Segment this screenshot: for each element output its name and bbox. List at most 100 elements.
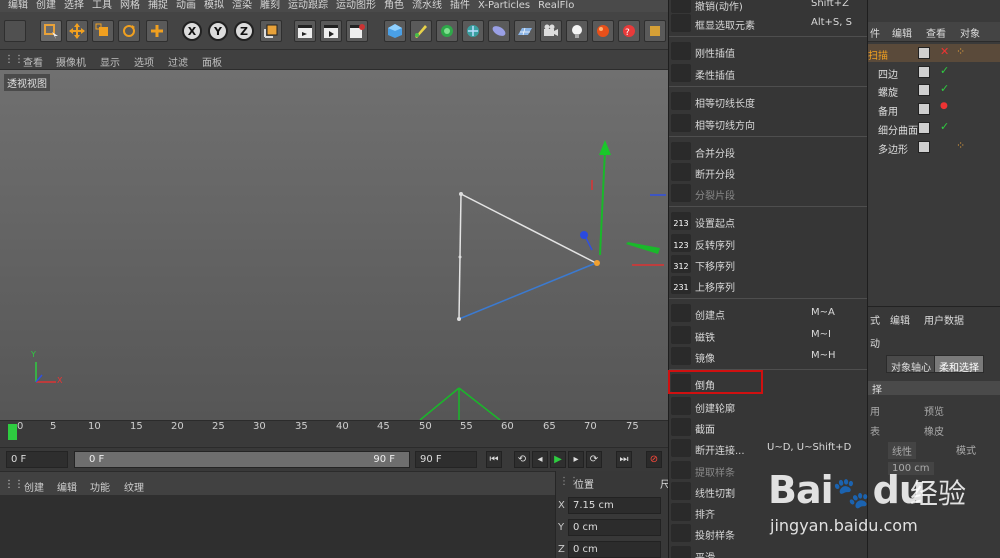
- menu-item-mirror[interactable]: 镜像 M~H: [669, 346, 867, 366]
- visibility-toggle[interactable]: [918, 103, 930, 115]
- record-button[interactable]: ⊘: [646, 451, 662, 468]
- status-dot-icon[interactable]: ●: [940, 101, 948, 111]
- visibility-toggle[interactable]: [918, 122, 930, 134]
- gizmo-plane-handle[interactable]: [626, 242, 660, 254]
- preview-range-slider[interactable]: 0 F 90 F: [74, 451, 410, 468]
- menu-item-undo-action[interactable]: 撤销(动作) Shift+Z: [669, 0, 867, 14]
- material-menu-edit[interactable]: 编辑: [57, 479, 77, 494]
- viewport-menu-cameras[interactable]: 摄像机: [56, 54, 86, 69]
- menu-item-reverse-sequence[interactable]: 123 反转序列: [669, 233, 867, 253]
- position-z-field[interactable]: 0 cm: [568, 541, 661, 558]
- tag-icon[interactable]: ⁘: [956, 139, 965, 152]
- menu-mograph[interactable]: 运动图形: [336, 1, 376, 11]
- menu-item-equal-tangent-length[interactable]: 相等切线长度: [669, 91, 867, 111]
- menu-item-join-segment[interactable]: 合并分段: [669, 141, 867, 161]
- menu-snap[interactable]: 捕捉: [148, 1, 168, 11]
- z-axis-toggle[interactable]: Z: [234, 21, 254, 41]
- tag-icon[interactable]: ⁘: [956, 45, 965, 58]
- visibility-toggle[interactable]: [918, 84, 930, 96]
- material-button[interactable]: [592, 20, 614, 42]
- viewport-menu-display[interactable]: 显示: [100, 54, 120, 69]
- menu-item-cross-section[interactable]: 截面: [669, 417, 867, 437]
- object-axis-tab[interactable]: 对象轴心: [886, 355, 936, 374]
- menu-edit[interactable]: 编辑: [8, 1, 28, 11]
- object-row-quad[interactable]: 四边 ✓: [868, 63, 1000, 81]
- om-menu-view[interactable]: 查看: [926, 25, 946, 40]
- enabled-check-icon[interactable]: ✓: [940, 64, 949, 77]
- subdivision-button[interactable]: [436, 20, 458, 42]
- menu-item-create-point[interactable]: 创建点 M~A: [669, 303, 867, 323]
- start-frame-field[interactable]: 0 F: [6, 451, 68, 468]
- next-frame-button[interactable]: ▸: [568, 451, 584, 468]
- x-axis-toggle[interactable]: X: [182, 21, 202, 41]
- position-y-field[interactable]: 0 cm: [568, 519, 661, 536]
- perspective-viewport[interactable]: Y X: [0, 70, 668, 420]
- menu-item-break-segment[interactable]: 断开分段: [669, 162, 867, 182]
- menu-item-explode-segments[interactable]: 分裂片段: [669, 183, 867, 203]
- menu-tools[interactable]: 工具: [92, 1, 112, 11]
- viewport-menu-panel[interactable]: 面板: [202, 54, 222, 69]
- viewport-menu-view[interactable]: 查看: [23, 54, 43, 69]
- move-button[interactable]: [66, 20, 88, 42]
- visibility-toggle[interactable]: [918, 141, 930, 153]
- menu-item-magnet[interactable]: 磁铁 M~I: [669, 325, 867, 345]
- light-button[interactable]: [566, 20, 588, 42]
- previous-frame-button[interactable]: ◂: [532, 451, 548, 468]
- enabled-check-icon[interactable]: ✓: [940, 120, 949, 133]
- coordinate-system-button[interactable]: [260, 20, 282, 42]
- object-row-subdivision[interactable]: 细分曲面 ✓: [868, 119, 1000, 137]
- soft-selection-tab[interactable]: 柔和选择: [934, 355, 984, 374]
- om-menu-file[interactable]: 件: [870, 25, 880, 40]
- previous-key-button[interactable]: ⟲: [514, 451, 530, 468]
- menu-plugins[interactable]: 插件: [450, 1, 470, 11]
- transform-button[interactable]: [146, 20, 168, 42]
- menu-x-particles[interactable]: X-Particles: [478, 1, 530, 11]
- viewport-menu-filter[interactable]: 过滤: [168, 54, 188, 69]
- menu-pipeline[interactable]: 流水线: [412, 1, 442, 11]
- deformer-button[interactable]: [488, 20, 510, 42]
- menu-item-set-first-point[interactable]: 213 设置起点: [669, 211, 867, 231]
- gizmo-z-handle[interactable]: [580, 231, 588, 239]
- menu-item-create-outline[interactable]: 创建轮廓: [669, 396, 867, 416]
- spline-point[interactable]: [458, 255, 462, 259]
- object-row-helix[interactable]: 螺旋 ✓: [868, 81, 1000, 99]
- menu-item-equal-tangent-direction[interactable]: 相等切线方向: [669, 113, 867, 133]
- play-button[interactable]: ▶: [550, 451, 566, 468]
- scale-button[interactable]: [92, 20, 114, 42]
- material-menu-create[interactable]: 创建: [24, 479, 44, 494]
- menu-motion-tracking[interactable]: 运动跟踪: [288, 1, 328, 11]
- menu-item-frame-selected[interactable]: 框显选取元素 Alt+S, S: [669, 13, 867, 33]
- visibility-toggle[interactable]: [918, 66, 930, 78]
- spline-point[interactable]: [457, 317, 461, 321]
- object-row-polygon[interactable]: 多边形 ⁘: [868, 138, 1000, 156]
- next-key-button[interactable]: ⟳: [586, 451, 602, 468]
- render-picture-viewer-button[interactable]: [320, 20, 342, 42]
- object-row-sweep[interactable]: 扫描 ✕ ⁘: [868, 44, 1000, 62]
- render-view-button[interactable]: [294, 20, 316, 42]
- material-menu-texture[interactable]: 纹理: [124, 479, 144, 494]
- camera-button[interactable]: [540, 20, 562, 42]
- object-row-backup[interactable]: 备用 ●: [868, 100, 1000, 118]
- menu-select[interactable]: 选择: [64, 1, 84, 11]
- menu-realflow[interactable]: RealFlo: [538, 1, 574, 11]
- menu-item-move-down-sequence[interactable]: 312 下移序列: [669, 254, 867, 274]
- visibility-toggle[interactable]: [918, 47, 930, 59]
- material-manager-area[interactable]: [0, 495, 555, 558]
- render-settings-button[interactable]: [346, 20, 368, 42]
- material-menu-function[interactable]: 功能: [90, 479, 110, 494]
- selected-spline-point[interactable]: [594, 260, 600, 266]
- menu-create[interactable]: 创建: [36, 1, 56, 11]
- menu-sculpt[interactable]: 雕刻: [260, 1, 280, 11]
- attr-menu-mode[interactable]: 式: [870, 312, 880, 327]
- timeline-ruler[interactable]: 0 5 10 15 20 25 30 35 40 45 50 55 60 65 …: [0, 420, 668, 446]
- more-tools-button[interactable]: [644, 20, 666, 42]
- go-to-end-button[interactable]: ⏭: [616, 451, 632, 468]
- array-button[interactable]: [462, 20, 484, 42]
- menu-animate[interactable]: 动画: [176, 1, 196, 11]
- menu-item-hard-interpolation[interactable]: 刚性插值: [669, 41, 867, 61]
- timeline-playhead[interactable]: [8, 424, 17, 440]
- spline-point[interactable]: [459, 192, 463, 196]
- pen-button[interactable]: [410, 20, 432, 42]
- y-axis-toggle[interactable]: Y: [208, 21, 228, 41]
- rotate-button[interactable]: [118, 20, 140, 42]
